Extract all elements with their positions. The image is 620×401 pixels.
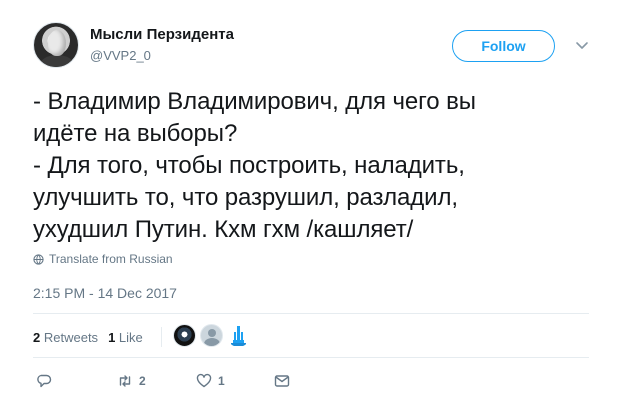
- reply-icon: [37, 374, 52, 388]
- translate-link[interactable]: Translate from Russian: [33, 252, 173, 266]
- retweet-count: 2: [139, 374, 146, 388]
- author-avatar[interactable]: [33, 22, 79, 68]
- like-count: 1: [218, 374, 225, 388]
- reply-button[interactable]: [36, 373, 58, 389]
- retweet-button[interactable]: 2: [117, 373, 146, 389]
- avatar-shoulders: [40, 55, 74, 67]
- tweet-timestamp[interactable]: 2:15 PM - 14 Dec 2017: [33, 285, 177, 301]
- tweet-text: - Владимир Владимирович, для чего вы идё…: [33, 88, 476, 243]
- globe-icon: [33, 253, 44, 265]
- retweets-stat[interactable]: 2 Retweets: [33, 330, 98, 345]
- author-handle[interactable]: @VVP2_0: [90, 48, 151, 63]
- chevron-down-icon[interactable]: [575, 38, 589, 52]
- translate-label[interactable]: Translate from Russian: [49, 252, 173, 266]
- retweets-label: Retweets: [43, 329, 99, 345]
- liker-avatar[interactable]: [200, 324, 223, 347]
- liker-avatar[interactable]: [173, 324, 196, 347]
- likes-label: Like: [118, 329, 143, 345]
- stats-separator: [160, 327, 162, 347]
- retweets-count: 2: [33, 329, 41, 345]
- author-name[interactable]: Мысли Перзидента: [90, 26, 234, 43]
- likes-count: 1: [108, 329, 116, 345]
- message-icon: [274, 375, 290, 387]
- follow-button[interactable]: Follow: [452, 30, 555, 62]
- avatar-face: [48, 30, 66, 56]
- monument-icon: [231, 326, 246, 346]
- like-icon: [196, 373, 212, 388]
- tweet-stats: 2 Retweets 1 Like: [33, 327, 162, 347]
- divider-bottom: [33, 357, 589, 358]
- likes-stat[interactable]: 1 Like: [108, 330, 143, 345]
- liker-avatar[interactable]: [227, 324, 250, 347]
- like-button[interactable]: 1: [196, 373, 225, 389]
- divider-top: [33, 313, 589, 314]
- retweet-icon: [119, 375, 131, 387]
- direct-message-button[interactable]: [274, 373, 290, 389]
- likers-avatars: [173, 324, 250, 347]
